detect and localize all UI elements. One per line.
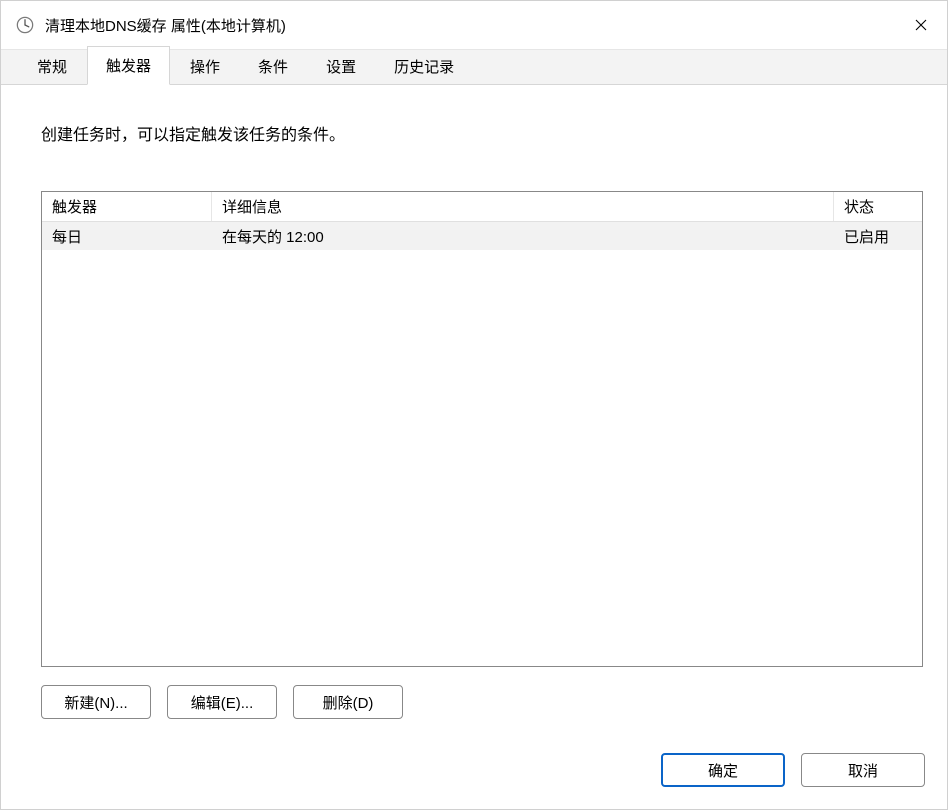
task-properties-dialog: 清理本地DNS缓存 属性(本地计算机) 常规 触发器 操作 条件 设置 历史记录… (0, 0, 948, 810)
table-row[interactable]: 每日 在每天的 12:00 已启用 (42, 222, 922, 250)
edit-button-label: 编辑(E)... (191, 692, 254, 713)
tab-general-label: 常规 (37, 59, 67, 76)
tab-history-label: 历史记录 (394, 59, 454, 76)
dialog-buttons: 确定 取消 (661, 753, 925, 787)
list-rows: 每日 在每天的 12:00 已启用 (42, 222, 922, 250)
col-header-trigger[interactable]: 触发器 (42, 192, 212, 221)
tab-triggers-label: 触发器 (106, 58, 151, 75)
triggers-list[interactable]: 触发器 详细信息 状态 每日 在每天的 12:00 已启用 (41, 191, 923, 667)
triggers-description: 创建任务时，可以指定触发该任务的条件。 (41, 121, 923, 145)
col-header-status[interactable]: 状态 (834, 192, 922, 221)
cancel-button-label: 取消 (848, 760, 878, 781)
tab-body-triggers: 创建任务时，可以指定触发该任务的条件。 触发器 详细信息 状态 每日 在每天的 … (19, 101, 929, 731)
tab-settings-label: 设置 (326, 59, 356, 76)
close-button[interactable] (895, 1, 947, 49)
edit-button[interactable]: 编辑(E)... (167, 685, 277, 719)
cancel-button[interactable]: 取消 (801, 753, 925, 787)
task-scheduler-icon (15, 15, 35, 35)
ok-button-label: 确定 (708, 760, 738, 781)
cell-status: 已启用 (834, 222, 922, 250)
cell-detail: 在每天的 12:00 (212, 222, 834, 250)
list-header: 触发器 详细信息 状态 (42, 192, 922, 222)
tab-conditions-label: 条件 (258, 59, 288, 76)
tab-triggers[interactable]: 触发器 (87, 46, 170, 85)
new-button[interactable]: 新建(N)... (41, 685, 151, 719)
trigger-buttons: 新建(N)... 编辑(E)... 删除(D) (41, 685, 403, 719)
tab-history[interactable]: 历史记录 (376, 48, 472, 85)
delete-button-label: 删除(D) (323, 692, 374, 713)
tab-actions-label: 操作 (190, 59, 220, 76)
tab-strip: 常规 触发器 操作 条件 设置 历史记录 (1, 49, 947, 85)
tab-settings[interactable]: 设置 (308, 48, 374, 85)
cell-trigger: 每日 (42, 222, 212, 250)
window-title: 清理本地DNS缓存 属性(本地计算机) (45, 15, 286, 36)
tab-general[interactable]: 常规 (19, 48, 85, 85)
tab-actions[interactable]: 操作 (172, 48, 238, 85)
titlebar: 清理本地DNS缓存 属性(本地计算机) (1, 1, 947, 49)
col-header-detail[interactable]: 详细信息 (212, 192, 834, 221)
ok-button[interactable]: 确定 (661, 753, 785, 787)
tab-conditions[interactable]: 条件 (240, 48, 306, 85)
delete-button[interactable]: 删除(D) (293, 685, 403, 719)
new-button-label: 新建(N)... (64, 692, 127, 713)
